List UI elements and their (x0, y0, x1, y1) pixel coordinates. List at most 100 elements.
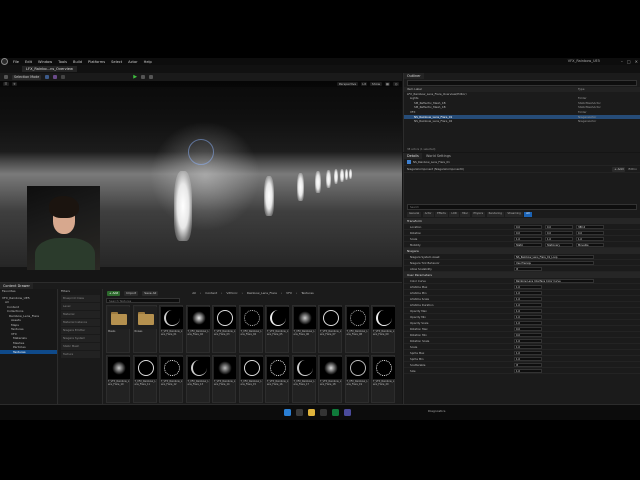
filter-item[interactable]: Level (61, 302, 100, 310)
filter-item[interactable]: Texture (61, 350, 100, 358)
filter-tab[interactable]: LOD (449, 212, 459, 217)
property-value-field[interactable]: 0.0 (545, 224, 573, 229)
actor-name-field[interactable]: NS_Rainbow_Lens_Flare_01 (413, 160, 450, 164)
perspective-button[interactable]: Perspective (337, 82, 358, 86)
viewport-options-icon[interactable]: ☰ (3, 82, 9, 86)
tree-item-selected[interactable]: Textures (0, 349, 57, 354)
menu-tools[interactable]: Tools (55, 60, 70, 64)
property-value-field[interactable]: 1.0 (514, 350, 542, 355)
property-value-field[interactable]: 1.0 (514, 368, 542, 373)
filter-tab[interactable]: Streaming (505, 212, 523, 217)
content-icon[interactable] (45, 75, 50, 79)
texture-asset[interactable]: T_VFX_Rainbow_Lens_Flare_05 (265, 305, 289, 353)
property-value-field[interactable]: Static (514, 242, 542, 247)
filter-tab[interactable]: Rendering (486, 212, 504, 217)
level-tab[interactable]: LFX_Rainbo...ns_Overview (22, 66, 77, 72)
texture-asset[interactable]: T_VFX_Rainbow_Lens_Flare_03 (212, 305, 236, 353)
property-value-field[interactable]: 1.0 (514, 308, 542, 313)
windows-start-icon[interactable] (284, 409, 291, 416)
filter-tab[interactable]: Physics (471, 212, 486, 217)
file-explorer-icon[interactable] (308, 409, 315, 416)
property-value-field[interactable]: ☑ (514, 362, 542, 367)
glowing-figure[interactable] (334, 169, 338, 184)
favorites-header[interactable]: Favorites (0, 289, 57, 294)
texture-asset[interactable]: T_VFX_Rainbow_Lens_Flare_19 (344, 355, 369, 403)
texture-asset[interactable]: T_VFX_Rainbow_Lens_Flare_18 (318, 355, 342, 403)
breadcrumb-item[interactable]: Vdfonic (226, 291, 237, 295)
filter-tab[interactable]: Effects (435, 212, 448, 217)
property-value-field[interactable]: 1.0 (514, 236, 542, 241)
breadcrumb-item[interactable]: Content (205, 291, 217, 295)
breadcrumb-item[interactable]: All (192, 291, 196, 295)
texture-asset[interactable]: T_VFX_Rainbow_Lens_Flare_10 (106, 355, 130, 403)
property-value-field[interactable]: NS_Rainbow_Lens_Flare_01_Loop (514, 254, 594, 259)
texture-asset[interactable]: T_VFX_Rainbow_Lens_Flare_12 (159, 355, 183, 403)
filter-item[interactable]: Material Instance (61, 318, 100, 326)
lit-button[interactable]: Lit (360, 82, 368, 86)
property-value-field[interactable]: Use Prereqs (514, 260, 594, 265)
breadcrumb-item[interactable]: Rainbow_Lens_Flare (247, 291, 277, 295)
component-label[interactable]: NiagaraComponent (NiagaraComponent0) (407, 167, 612, 171)
outliner-tab[interactable]: Outliner (404, 73, 424, 79)
minimize-icon[interactable]: – (621, 59, 623, 64)
filter-item[interactable]: Blueprint Class (61, 294, 100, 302)
details-tab[interactable]: Details (404, 153, 422, 159)
show-button[interactable]: Show (370, 82, 382, 86)
texture-asset[interactable]: T_VFX_Rainbow_Lens_Flare_04 (238, 305, 263, 353)
property-value-field[interactable]: 0.0 (514, 326, 542, 331)
diagnostics-button[interactable]: Diagnostics (428, 409, 445, 413)
close-icon[interactable]: ✕ (635, 59, 638, 64)
selection-mode-button[interactable]: Selection Mode (12, 74, 42, 80)
glowing-figure[interactable] (340, 169, 344, 182)
chrome-icon[interactable] (332, 409, 339, 416)
texture-asset[interactable]: T_VFX_Rainbow_Lens_Flare_08 (344, 305, 369, 353)
search-icon[interactable] (296, 409, 303, 416)
property-value-field[interactable]: 0.0 (576, 230, 604, 235)
property-value-field[interactable]: ☑ (514, 266, 542, 271)
glowing-figure[interactable] (315, 171, 321, 193)
filter-tab[interactable]: General (407, 212, 422, 217)
property-value-field[interactable]: 0.0 (545, 230, 573, 235)
glowing-figure[interactable] (264, 176, 274, 216)
glowing-figure[interactable] (297, 173, 304, 201)
property-value-field[interactable]: 1.0 (514, 296, 542, 301)
property-value-field[interactable]: 1.0 (576, 236, 604, 241)
texture-asset[interactable]: T_VFX_Rainbow_Lens_Flare_14 (212, 355, 236, 403)
menu-build[interactable]: Build (70, 60, 85, 64)
texture-asset[interactable]: T_VFX_Rainbow_Lens_Flare_11 (132, 355, 157, 403)
add-component-button[interactable]: + Add (612, 166, 626, 172)
texture-asset[interactable]: T_VFX_Rainbow_Lens_Flare_16 (265, 355, 289, 403)
world-settings-tab[interactable]: World Settings (423, 153, 454, 159)
blueprint-icon[interactable] (53, 75, 58, 79)
texture-asset[interactable]: T_VFX_Rainbow_Lens_Flare_09 (371, 305, 395, 353)
folder-asset[interactable]: Noises (132, 305, 157, 353)
property-value-field[interactable]: 1.0 (514, 290, 542, 295)
play-button[interactable]: ▶ (133, 74, 137, 80)
filter-item[interactable]: Niagara Emitter (61, 326, 100, 334)
cinematics-icon[interactable] (61, 75, 66, 79)
menu-platforms[interactable]: Platforms (85, 60, 108, 64)
grid-snap-icon[interactable]: ▦ (384, 82, 391, 86)
platforms-icon[interactable] (149, 75, 154, 79)
folder-asset[interactable]: Masks (106, 305, 130, 353)
property-value-field[interactable]: 1.0 (514, 302, 542, 307)
camera-speed-icon[interactable]: ◎ (393, 82, 399, 86)
menu-actor[interactable]: Actor (125, 60, 140, 64)
texture-asset[interactable]: T_VFX_Rainbow_Lens_Flare_02 (185, 305, 210, 353)
property-value-field[interactable]: 0.0 (514, 230, 542, 235)
filter-tab[interactable]: All (524, 212, 532, 217)
menu-window[interactable]: Window (35, 60, 55, 64)
property-value-field[interactable]: 1.0 (545, 236, 573, 241)
property-value-field[interactable]: 0.0 (514, 224, 542, 229)
unreal-logo-icon[interactable] (1, 58, 8, 65)
maximize-icon[interactable]: □ (627, 59, 631, 64)
property-value-field[interactable]: Stationary (545, 242, 573, 247)
filter-item[interactable]: Static Mesh (61, 342, 100, 350)
menu-edit[interactable]: Edit (22, 60, 35, 64)
edit-in-button[interactable]: Edit in (628, 167, 637, 171)
texture-asset[interactable]: T_VFX_Rainbow_Lens_Flare_20 (371, 355, 395, 403)
property-value-field[interactable]: Rainbow Lens Interface Color Curve (514, 278, 594, 283)
menu-help[interactable]: Help (141, 60, 155, 64)
breadcrumb-item[interactable]: VFX (286, 291, 292, 295)
property-value-field[interactable]: 1.0 (514, 284, 542, 289)
